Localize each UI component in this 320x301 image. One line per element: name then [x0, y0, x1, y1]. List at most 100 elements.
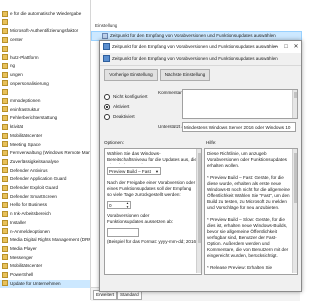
date-format-hint: (Beispiel für das Format: yyyy-mm-dd; 20…: [107, 239, 199, 244]
tree-item-label: PowerShell: [10, 272, 34, 277]
tree-item[interactable]: PowerShell: [0, 271, 90, 279]
spin-arrows-icon[interactable]: ▲ ▼: [126, 201, 129, 209]
tree-item-label: Mobilitätscenter: [10, 263, 43, 269]
tree-item[interactable]: Fernverwaltung (Windows Remote Manag: [0, 149, 90, 157]
folder-icon: [2, 115, 8, 122]
list-header-setting[interactable]: Einstellung: [95, 22, 117, 30]
tree-item-label: Defender SmartScreen: [10, 193, 57, 199]
tree-item-label: center: [10, 37, 23, 43]
defer-days-stepper[interactable]: 0 ▲ ▼: [107, 201, 131, 209]
folder-icon: [2, 71, 8, 78]
tree-item[interactable]: [0, 88, 90, 96]
folder-icon: [2, 219, 8, 226]
defer-description: Nach der Freigabe einer Vorabversion ode…: [107, 180, 196, 197]
tree-item[interactable]: Defender Application Guard: [0, 175, 90, 183]
tree-item-label: ktivität: [10, 124, 24, 130]
tree-item[interactable]: mmodeptionen: [0, 97, 90, 105]
tree-item[interactable]: e für die automatische Wiedergabe: [0, 10, 90, 18]
tree-item[interactable]: n-Anmeldeoptionen: [0, 228, 90, 236]
scrollbar[interactable]: [292, 149, 297, 273]
maximize-icon[interactable]: □: [281, 41, 291, 53]
radio-circle[interactable]: [104, 113, 110, 120]
tree-item[interactable]: hutz-Plattform: [0, 54, 90, 62]
tree-item-label: Mobilitätscenter: [10, 132, 43, 138]
folder-icon: [2, 89, 8, 96]
tree-item[interactable]: Hello for Business: [0, 201, 90, 209]
branch-readiness-select[interactable]: Preview Build – Fast ▼: [107, 167, 161, 175]
folder-icon: [2, 236, 8, 243]
policy-tree[interactable]: e für die automatische Wiedergabe Microso…: [0, 0, 91, 300]
folder-icon: [2, 280, 8, 287]
scrollbar[interactable]: [196, 149, 201, 273]
tree-item-label: ng: [10, 63, 16, 69]
tree-item[interactable]: eninfrastruktur: [0, 106, 90, 114]
radio-circle-selected[interactable]: [104, 103, 110, 110]
tree-item-label: hutz-Plattform: [10, 54, 39, 60]
scrollbar[interactable]: [292, 90, 297, 118]
tree-item[interactable]: Defender SmartScreen: [0, 193, 90, 201]
tree-item-label: Update für Unternehmen: [10, 280, 61, 286]
tree-item[interactable]: Update für Unternehmen: [0, 279, 90, 288]
folder-icon: [2, 193, 8, 200]
tree-item[interactable]: Fehlerberichterstattung: [0, 114, 90, 122]
folder-icon: [2, 132, 8, 139]
dialog-heading: Zeitpunkt für den Empfang von Vorabversi…: [112, 56, 278, 61]
next-setting-button[interactable]: Nächste Einstellung: [160, 69, 210, 81]
tree-item[interactable]: Mobilitätscenter: [0, 262, 90, 270]
tree-item[interactable]: ng: [0, 62, 90, 70]
tree-item[interactable]: Media Player: [0, 245, 90, 253]
tree-item[interactable]: Meeting Space: [0, 141, 90, 149]
minimize-icon[interactable]: –: [271, 41, 281, 53]
tree-item[interactable]: Defender Antivirus: [0, 167, 90, 175]
radio-enabled[interactable]: Aktiviert: [104, 103, 129, 111]
chevron-down-icon: ▼: [155, 169, 159, 174]
folder-icon: [2, 28, 8, 35]
tree-item-label: Fehlerberichterstattung: [10, 115, 58, 121]
folder-icon: [2, 123, 8, 130]
close-icon[interactable]: ✕: [291, 41, 301, 53]
tree-item[interactable]: [0, 19, 90, 27]
folder-icon: [2, 184, 8, 191]
radio-circle[interactable]: [104, 93, 110, 100]
tree-item-label: Microsoft-Authentifizierungsfaktor: [10, 28, 79, 34]
tree-item-label: e für die automatische Wiedergabe: [10, 11, 82, 16]
folder-icon: [2, 254, 8, 261]
dialog-title-bar: Zeitpunkt für den Empfang von Vorabversi…: [100, 41, 301, 53]
tree-item[interactable]: [0, 45, 90, 53]
tree-item[interactable]: n Ink-Arbeitsbereich: [0, 210, 90, 218]
comment-textarea[interactable]: [182, 89, 298, 119]
folder-icon: [2, 54, 8, 61]
tree-item[interactable]: Installer: [0, 219, 90, 227]
folder-icon: [2, 36, 8, 43]
folder-icon: [2, 202, 8, 209]
tree-item-label: eninfrastruktur: [10, 106, 40, 112]
tree-item-label: onpersonalisierung: [10, 80, 49, 86]
radio-disabled[interactable]: Deaktiviert: [104, 113, 135, 121]
tree-item[interactable]: Defender Exploit Guard: [0, 184, 90, 192]
folder-icon: [2, 45, 8, 52]
tree-item[interactable]: Messenger: [0, 254, 90, 262]
radio-not-configured[interactable]: Nicht konfiguriert: [104, 93, 147, 101]
options-description: Wählen Sie das Windows-Bereitschaftsnive…: [107, 151, 197, 164]
tree-item-label: Fernverwaltung (Windows Remote Manag: [10, 150, 90, 156]
tree-item[interactable]: ktivität: [0, 123, 90, 131]
folder-icon: [2, 106, 8, 113]
options-label: Optionen:: [104, 140, 124, 145]
tree-item-label: Messenger: [10, 254, 33, 260]
tree-item[interactable]: ungen: [0, 71, 90, 79]
dialog-title: Zeitpunkt für den Empfang von Vorabversi…: [112, 44, 278, 49]
supported-on-value: Mindestens Windows Server 2016 oder Wind…: [182, 122, 296, 132]
pause-date-input[interactable]: [107, 228, 139, 237]
previous-setting-button[interactable]: Vorherige Einstellung: [104, 69, 158, 81]
tree-item[interactable]: onpersonalisierung: [0, 80, 90, 88]
folder-icon: [2, 210, 8, 217]
tree-item[interactable]: center: [0, 36, 90, 44]
policy-icon: [102, 32, 108, 39]
tree-item[interactable]: Media Digital Rights Management (DRM): [0, 236, 90, 244]
tree-item[interactable]: Microsoft-Authentifizierungsfaktor: [0, 27, 90, 35]
tree-item-label: Media Player: [10, 245, 37, 251]
folder-icon: [2, 149, 8, 156]
tree-item-label: ungen: [10, 71, 23, 77]
tree-item[interactable]: Zuverlässigkeitsanalyse: [0, 158, 90, 166]
tree-item[interactable]: Mobilitätscenter: [0, 132, 90, 140]
